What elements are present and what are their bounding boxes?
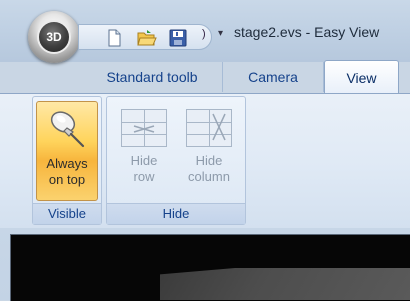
always-on-top-label-line1: Always — [46, 156, 88, 171]
ribbon-tabs: Standard toolb Camera View — [0, 60, 410, 95]
always-on-top-button[interactable]: Always on top — [36, 101, 98, 201]
tab-standard-toolbar[interactable]: Standard toolb — [82, 62, 223, 92]
tab-view[interactable]: View — [324, 60, 399, 95]
hide-row-icon — [121, 109, 167, 147]
tab-camera[interactable]: Camera — [223, 62, 324, 92]
application-menu-button[interactable]: 3D — [28, 11, 80, 63]
quick-access-toolbar: ) — [78, 24, 212, 50]
window-title: stage2.evs - Easy View — [234, 24, 380, 40]
app-logo-3d: 3D — [37, 20, 71, 54]
hide-column-label-line1: Hide — [195, 153, 223, 168]
hide-row-label-line1: Hide — [130, 153, 158, 168]
title-bar: 3D ) ▾ stage2.evs - Easy View — [0, 0, 410, 63]
hide-row-label-line2: row — [133, 169, 155, 184]
hide-column-button[interactable]: Hide column — [177, 101, 241, 201]
hide-column-icon — [186, 109, 232, 147]
qat-separator: ) — [202, 28, 206, 40]
save-disk-icon[interactable] — [169, 29, 187, 47]
group-hide: Hide row Hide column Hide — [106, 96, 246, 225]
pushpin-icon — [45, 108, 89, 152]
group-label-hide: Hide — [107, 203, 245, 224]
group-visible: Always on top Visible — [32, 96, 102, 225]
always-on-top-label-line2: on top — [48, 172, 86, 187]
customize-qat-dropdown[interactable]: ▾ — [218, 28, 223, 39]
ribbon-panel: Always on top Visible Hide row Hide colu… — [0, 93, 410, 229]
open-folder-icon[interactable] — [137, 29, 157, 47]
hide-row-button[interactable]: Hide row — [113, 101, 175, 201]
viewport-floor-plane — [160, 268, 410, 300]
group-label-visible: Visible — [33, 203, 101, 224]
new-document-icon[interactable] — [105, 29, 123, 47]
hide-column-label-line2: column — [188, 169, 230, 184]
